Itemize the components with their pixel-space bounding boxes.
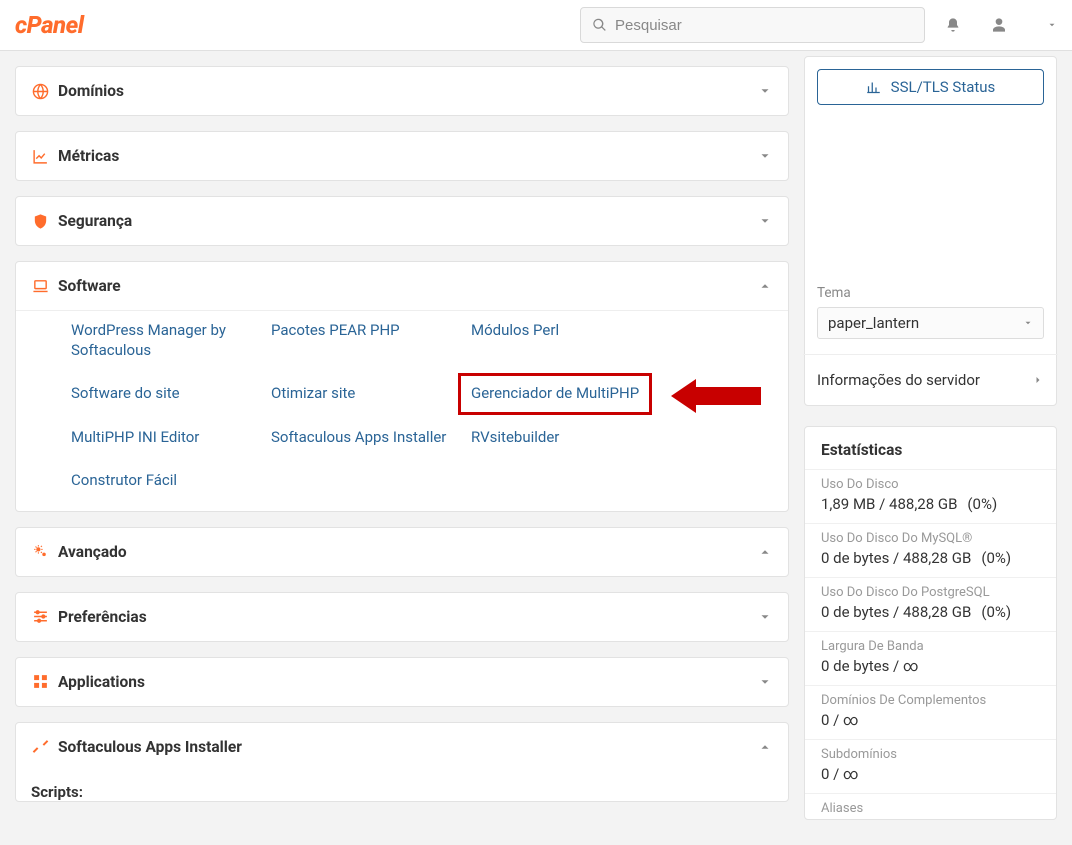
chevron-right-icon [1032, 374, 1044, 386]
stat-mysql: Uso Do Disco Do MySQL® 0 de bytes / 488,… [805, 523, 1056, 577]
link-multiphp-ini[interactable]: MultiPHP INI Editor [71, 428, 271, 448]
panel-software: Software WordPress Manager by Softaculou… [15, 261, 789, 512]
panel-header-softaculous[interactable]: Softaculous Apps Installer [16, 723, 788, 771]
caret-down-icon[interactable] [1047, 20, 1057, 30]
logo: cPanel [15, 11, 83, 39]
panel-header-seguranca[interactable]: Segurança [16, 197, 788, 245]
bell-icon[interactable] [945, 17, 961, 33]
link-modulos-perl[interactable]: Módulos Perl [471, 321, 671, 360]
chart-line-icon [32, 148, 58, 165]
spacer [817, 105, 1044, 285]
chevron-down-icon [758, 84, 772, 98]
panel-title: Avançado [58, 543, 127, 561]
server-info-label: Informações do servidor [817, 371, 980, 389]
chevron-down-icon [758, 610, 772, 624]
stat-value: 0 / ∞ [821, 765, 1040, 783]
search-input[interactable] [580, 7, 925, 43]
panel-body-software: WordPress Manager by Softaculous Pacotes… [16, 310, 788, 511]
stat-disk: Uso Do Disco 1,89 MB / 488,28 GB(0%) [805, 469, 1056, 523]
stat-label: Uso Do Disco Do MySQL® [821, 531, 1040, 546]
stat-label: Largura De Banda [821, 639, 1040, 654]
grid-icon [32, 673, 58, 690]
tema-label: Tema [817, 285, 1044, 301]
stat-aliases: Aliases [805, 793, 1056, 816]
chevron-up-icon [758, 545, 772, 559]
ssl-card: SSL/TLS Status Tema paper_lantern Inform… [804, 56, 1057, 406]
stat-value: 1,89 MB / 488,28 GB(0%) [821, 495, 1040, 513]
stat-bandwidth: Largura De Banda 0 de bytes / ∞ [805, 631, 1056, 685]
cogs-icon [32, 543, 58, 560]
stat-label: Uso Do Disco [821, 477, 1040, 492]
link-construtor-facil[interactable]: Construtor Fácil [71, 471, 271, 491]
panel-preferencias: Preferências [15, 592, 789, 642]
panel-dominios: Domínios [15, 66, 789, 116]
panel-title: Preferências [58, 608, 147, 626]
panel-applications: Applications [15, 657, 789, 707]
ssl-button-label: SSL/TLS Status [891, 78, 996, 96]
caret-down-icon [1023, 318, 1033, 328]
panel-header-avancado[interactable]: Avançado [16, 528, 788, 576]
chevron-up-icon [758, 740, 772, 754]
laptop-icon [32, 278, 58, 295]
stats-card: Estatísticas Uso Do Disco 1,89 MB / 488,… [804, 426, 1057, 820]
stat-label: Subdomínios [821, 747, 1040, 762]
scripts-label: Scripts: [16, 771, 788, 801]
link-software-site[interactable]: Software do site [71, 384, 271, 404]
panel-title: Applications [58, 673, 145, 691]
main-column: Domínios Métricas Segurança Software [15, 51, 789, 802]
chevron-down-icon [758, 149, 772, 163]
globe-icon [32, 83, 58, 100]
chevron-down-icon [758, 214, 772, 228]
stat-postgres: Uso Do Disco Do PostgreSQL 0 de bytes / … [805, 577, 1056, 631]
side-column: SSL/TLS Status Tema paper_lantern Inform… [804, 51, 1057, 820]
chevron-up-icon [758, 279, 772, 293]
link-rvsitebuilder[interactable]: RVsitebuilder [471, 428, 671, 448]
link-otimizar-site[interactable]: Otimizar site [271, 384, 471, 404]
user-icon[interactable] [991, 17, 1007, 33]
chevron-down-icon [758, 675, 772, 689]
stat-value: 0 de bytes / 488,28 GB(0%) [821, 603, 1040, 621]
ssl-status-button[interactable]: SSL/TLS Status [817, 69, 1044, 105]
shield-icon [32, 213, 58, 230]
theme-select[interactable]: paper_lantern [817, 307, 1044, 339]
theme-value: paper_lantern [828, 314, 919, 332]
panel-header-software[interactable]: Software [16, 262, 788, 310]
panel-title: Software [58, 277, 121, 295]
link-wordpress-manager[interactable]: WordPress Manager by Softaculous [71, 321, 271, 360]
panel-title: Softaculous Apps Installer [58, 738, 242, 756]
stat-label: Aliases [821, 801, 1040, 816]
search-icon [592, 18, 607, 33]
link-softaculous-installer[interactable]: Softaculous Apps Installer [271, 428, 471, 448]
panel-header-dominios[interactable]: Domínios [16, 67, 788, 115]
arrow-callout-icon [671, 379, 761, 413]
sliders-icon [32, 608, 58, 625]
panel-title: Domínios [58, 82, 124, 100]
panel-title: Métricas [58, 147, 119, 165]
top-nav: cPanel [0, 0, 1072, 51]
panel-softaculous: Softaculous Apps Installer Scripts: [15, 722, 789, 802]
panel-header-preferencias[interactable]: Preferências [16, 593, 788, 641]
server-info-link[interactable]: Informações do servidor [803, 354, 1058, 405]
tools-icon [32, 738, 58, 755]
panel-header-metricas[interactable]: Métricas [16, 132, 788, 180]
panel-seguranca: Segurança [15, 196, 789, 246]
search-wrap [580, 7, 925, 43]
stat-value: 0 de bytes / ∞ [821, 657, 1040, 675]
stat-value: 0 de bytes / 488,28 GB(0%) [821, 549, 1040, 567]
panel-metricas: Métricas [15, 131, 789, 181]
link-pear-php[interactable]: Pacotes PEAR PHP [271, 321, 471, 360]
panel-title: Segurança [58, 212, 132, 230]
stat-subdomains: Subdomínios 0 / ∞ [805, 739, 1056, 793]
stat-addon-domains: Domínios De Complementos 0 / ∞ [805, 685, 1056, 739]
link-multiphp-manager[interactable]: Gerenciador de MultiPHP [471, 384, 671, 404]
stat-value: 0 / ∞ [821, 711, 1040, 729]
panel-avancado: Avançado [15, 527, 789, 577]
highlight-box: Gerenciador de MultiPHP [458, 373, 652, 415]
stats-title: Estatísticas [805, 427, 1056, 469]
stat-label: Domínios De Complementos [821, 693, 1040, 708]
panel-header-applications[interactable]: Applications [16, 658, 788, 706]
top-icons [945, 17, 1057, 33]
bar-chart-icon [866, 80, 881, 95]
stat-label: Uso Do Disco Do PostgreSQL [821, 585, 1040, 600]
